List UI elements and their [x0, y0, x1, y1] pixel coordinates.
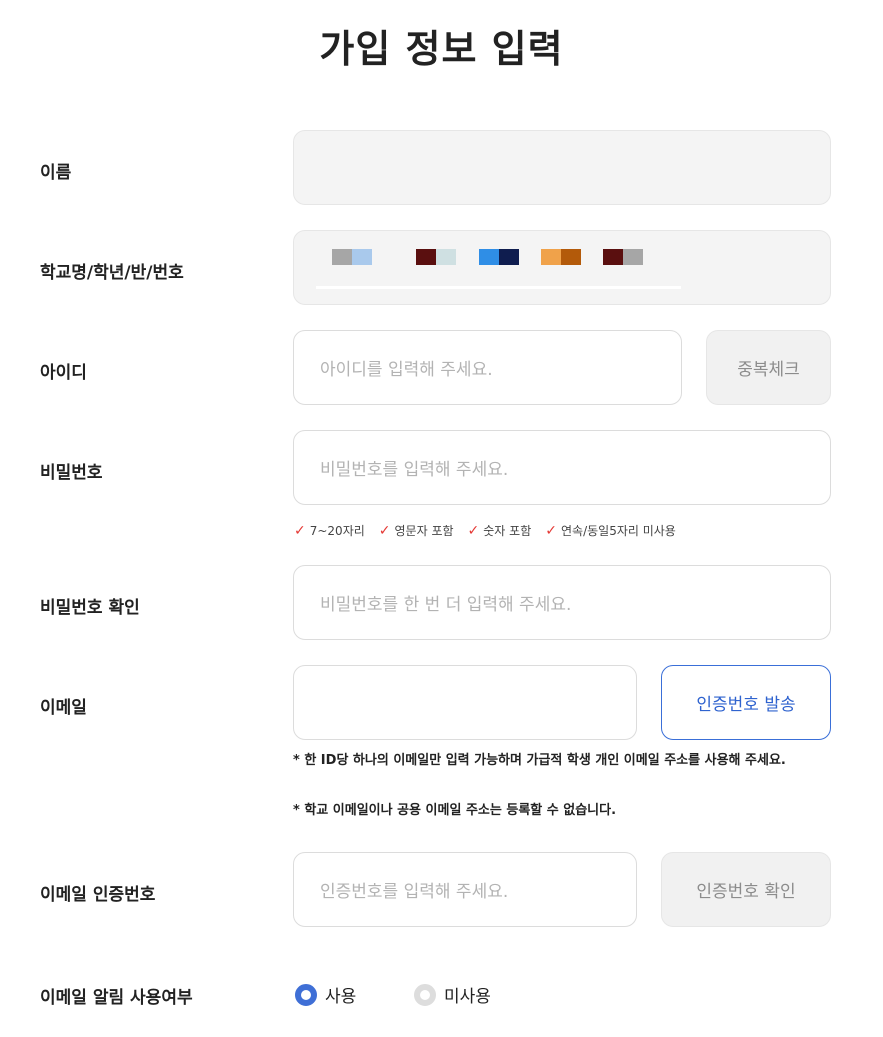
- redacted-block: [541, 249, 561, 265]
- password-rule: ✓ 7~20자리: [294, 522, 365, 539]
- send-code-button[interactable]: 인증번호 발송: [661, 665, 831, 740]
- radio-unselected-icon[interactable]: [414, 983, 436, 1006]
- email-notify-label: 이메일 알림 사용여부: [40, 988, 193, 1008]
- password-rule: ✓ 숫자 포함: [468, 522, 532, 539]
- password-input[interactable]: 비밀번호를 입력해 주세요.: [293, 430, 831, 505]
- redacted-block: [623, 249, 643, 265]
- redacted-block: [479, 249, 499, 265]
- redacted-block: [416, 249, 436, 265]
- name-label: 이름: [40, 163, 72, 183]
- verify-code-button[interactable]: 인증번호 확인: [661, 852, 831, 927]
- email-notice-2: * 학교 이메일이나 공용 이메일 주소는 등록할 수 없습니다.: [293, 803, 617, 818]
- password-rule-text: 영문자 포함: [394, 524, 454, 538]
- password-rules: ✓ 7~20자리 ✓ 영문자 포함 ✓ 숫자 포함 ✓ 연속/동일5자리 미사용: [294, 522, 676, 539]
- userid-label: 아이디: [40, 363, 87, 383]
- redacted-block: [436, 249, 456, 265]
- password-rule: ✓ 연속/동일5자리 미사용: [545, 522, 676, 539]
- redacted-underline: [316, 286, 681, 289]
- password-rule-text: 숫자 포함: [483, 524, 532, 538]
- radio-use[interactable]: 사용: [295, 982, 356, 1007]
- duplicate-check-button[interactable]: 중복체크: [706, 330, 831, 405]
- redacted-block: [603, 249, 623, 265]
- userid-input[interactable]: 아이디를 입력해 주세요.: [293, 330, 682, 405]
- radio-use-label: 사용: [325, 987, 357, 1007]
- password-rule: ✓ 영문자 포함: [379, 522, 454, 539]
- email-code-input[interactable]: 인증번호를 입력해 주세요.: [293, 852, 637, 927]
- email-code-label: 이메일 인증번호: [40, 885, 156, 905]
- email-input[interactable]: [293, 665, 637, 740]
- radio-not-use-label: 미사용: [444, 987, 491, 1007]
- radio-not-use[interactable]: 미사용: [414, 982, 491, 1007]
- password-rule-text: 7~20자리: [309, 524, 365, 538]
- school-field: [293, 230, 831, 305]
- email-notice-1: * 한 ID당 하나의 이메일만 입력 가능하며 가급적 학생 개인 이메일 주…: [293, 753, 786, 768]
- password-rule-text: 연속/동일5자리 미사용: [560, 524, 676, 538]
- check-icon: ✓: [378, 522, 391, 539]
- redacted-block: [332, 249, 352, 265]
- school-label: 학교명/학년/반/번호: [40, 263, 184, 283]
- redacted-block: [352, 249, 372, 265]
- redacted-block: [561, 249, 581, 265]
- check-icon: ✓: [294, 522, 306, 539]
- page-title: 가입 정보 입력: [319, 27, 564, 71]
- radio-selected-icon[interactable]: [295, 983, 317, 1006]
- redacted-block: [499, 249, 519, 265]
- password-confirm-input[interactable]: 비밀번호를 한 번 더 입력해 주세요.: [293, 565, 831, 640]
- check-icon: ✓: [467, 522, 480, 539]
- password-confirm-label: 비밀번호 확인: [40, 598, 140, 618]
- name-field: [293, 130, 831, 205]
- password-label: 비밀번호: [40, 463, 103, 483]
- email-label: 이메일: [40, 698, 87, 718]
- check-icon: ✓: [545, 522, 557, 539]
